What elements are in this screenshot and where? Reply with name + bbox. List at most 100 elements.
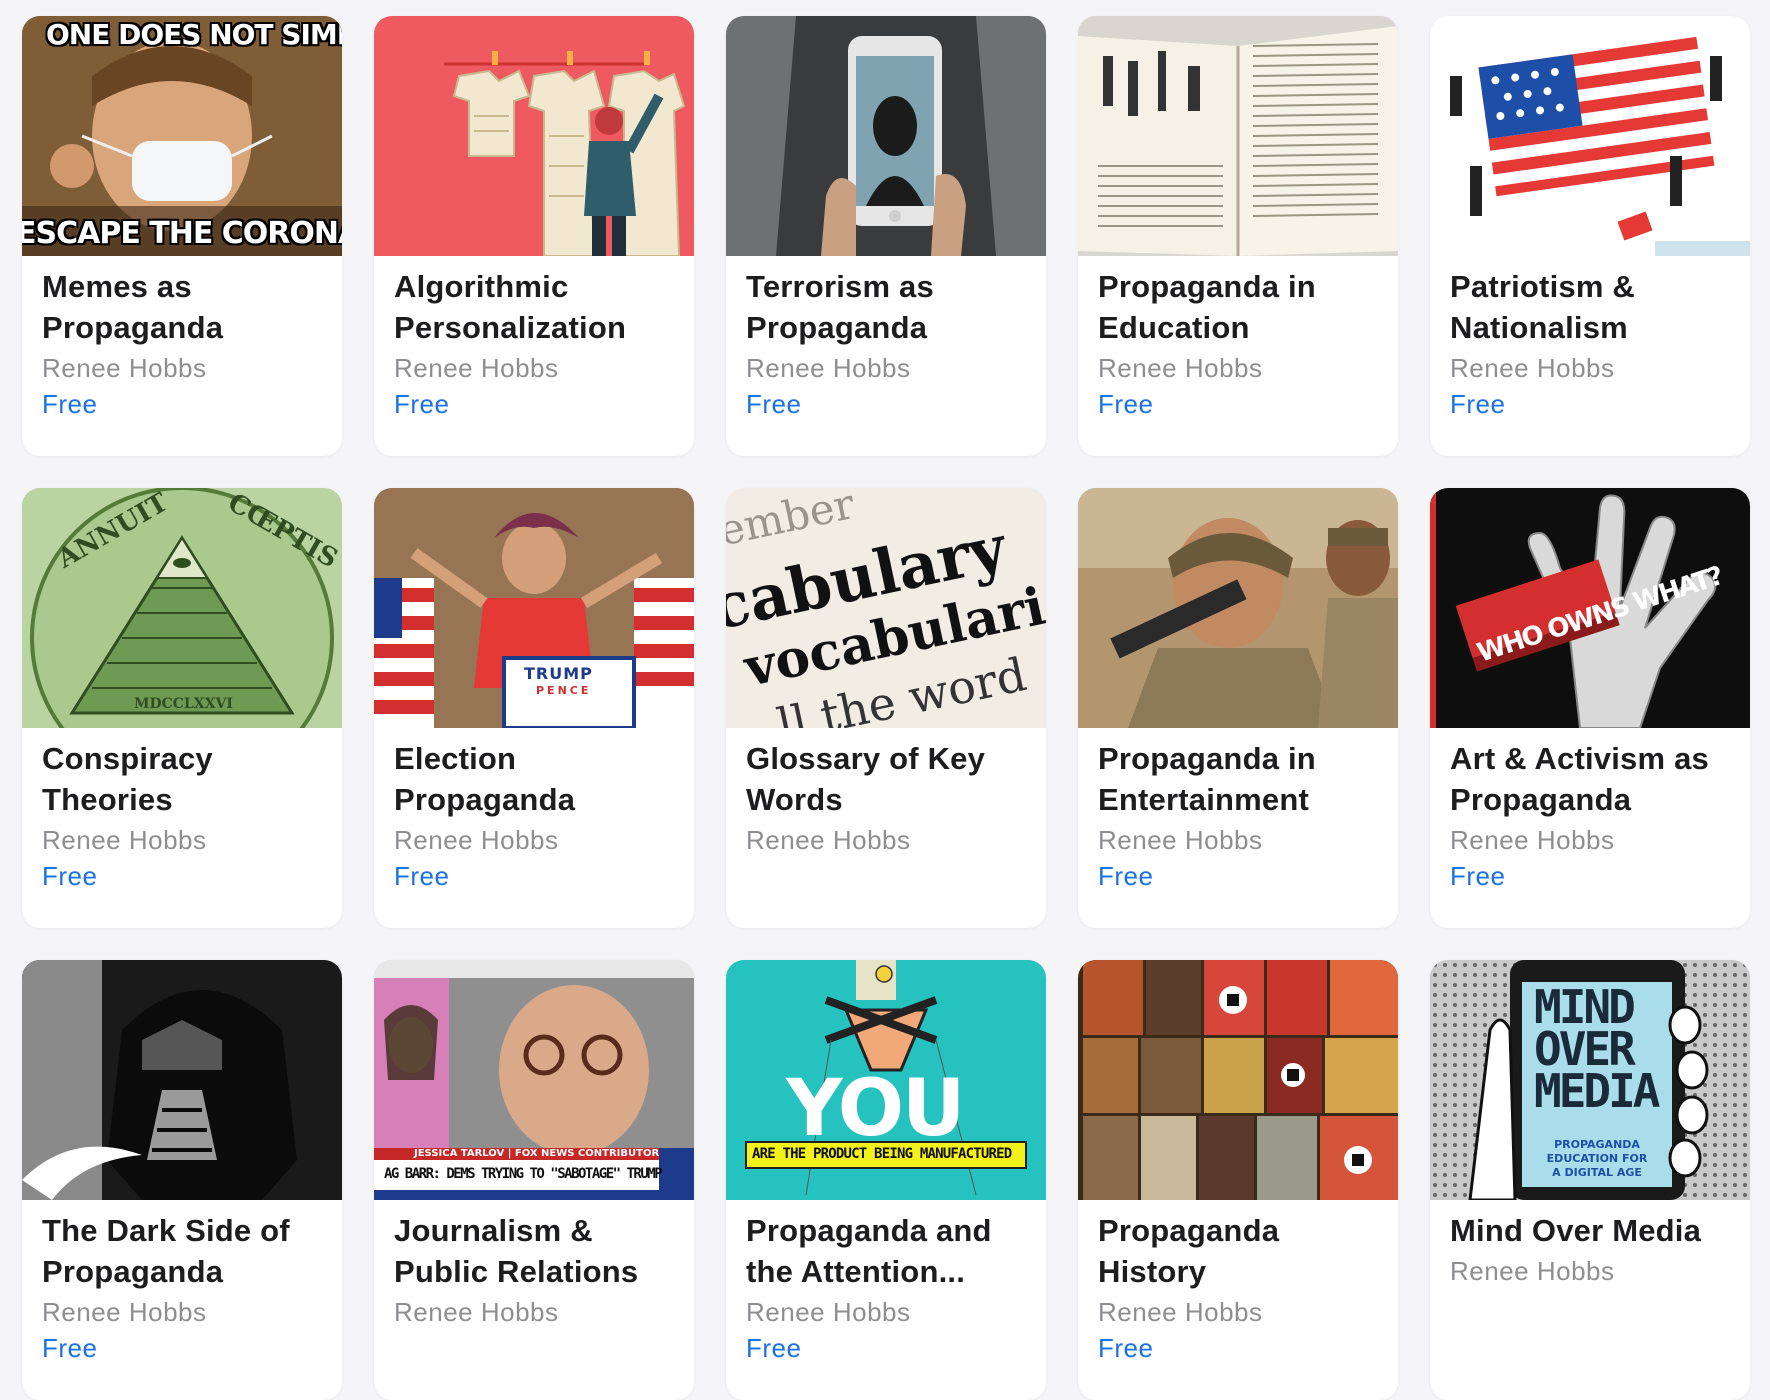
book-title[interactable]: Propaganda in Entertainment <box>1098 738 1378 820</box>
book-title[interactable]: Art & Activism as Propaganda <box>1450 738 1730 820</box>
book-author: Renee Hobbs <box>1450 1256 1615 1286</box>
cover-strip-text: ARE THE PRODUCT BEING MANUFACTURED <box>752 1146 1012 1162</box>
book-card-conspiracy-theories[interactable]: ANNUIT CŒPTIS MDCCLXXVI Conspiracy Theori… <box>22 488 342 928</box>
book-title[interactable]: The Dark Side of Propaganda <box>42 1210 322 1292</box>
book-title[interactable]: Propaganda in Education <box>1098 266 1378 348</box>
book-title[interactable]: Glossary of Key Words <box>746 738 1026 820</box>
book-author: Renee Hobbs <box>1450 825 1615 855</box>
book-author: Renee Hobbs <box>1450 353 1615 383</box>
book-title[interactable]: Memes as Propaganda <box>42 266 322 348</box>
book-price[interactable]: Free <box>1450 386 1730 422</box>
book-title-line1: Propaganda in <box>1098 741 1316 776</box>
book-author: Renee Hobbs <box>1098 353 1263 383</box>
book-title-line1: Propaganda <box>1098 1213 1280 1248</box>
book-cover[interactable] <box>1430 16 1750 256</box>
book-author: Renee Hobbs <box>746 1297 911 1327</box>
book-title-line2: Propaganda <box>746 310 928 345</box>
book-price[interactable]: Free <box>746 1330 1026 1366</box>
book-title[interactable]: Algorithmic Personalization <box>394 266 674 348</box>
book-card-mind-over-media[interactable]: MIND OVER MEDIA PROPAGANDA EDUCATION FOR… <box>1430 960 1750 1400</box>
book-title-line1: Art & Activism as <box>1450 741 1709 776</box>
cover-art-newspaper-shirts <box>374 16 694 256</box>
book-title-line2: Propaganda <box>394 782 576 817</box>
book-title-line1: Election <box>394 741 517 776</box>
book-price[interactable]: Free <box>1098 386 1378 422</box>
book-card-propaganda-and-attention[interactable]: YOU ARE THE PRODUCT BEING MANUFACTURED P… <box>726 960 1046 1400</box>
book-price[interactable]: Free <box>1098 1330 1378 1366</box>
book-cover[interactable] <box>374 16 694 256</box>
cover-art-podium <box>374 488 694 728</box>
book-cover[interactable]: TRUMP PENCE <box>374 488 694 728</box>
book-author: Renee Hobbs <box>746 825 911 855</box>
book-price[interactable]: Free <box>42 858 322 894</box>
book-cover[interactable]: ONE DOES NOT SIMPLY ESCAPE THE CORONAVIR… <box>22 16 342 256</box>
cover-sign-line2: PENCE <box>536 684 592 697</box>
book-price[interactable]: Free <box>42 386 322 422</box>
cover-title-line3: MEDIA <box>1534 1064 1660 1118</box>
book-title-line2: Words <box>746 782 843 817</box>
book-card-patriotism-nationalism[interactable]: Patriotism & Nationalism Renee Hobbs Free <box>1430 16 1750 456</box>
book-cover[interactable]: ANNUIT CŒPTIS MDCCLXXVI <box>22 488 342 728</box>
book-title[interactable]: Terrorism as Propaganda <box>746 266 1026 348</box>
book-author: Renee Hobbs <box>42 825 207 855</box>
cover-art-flag <box>1430 16 1750 256</box>
cover-chyron-name: JESSICA TARLOV | FOX NEWS CONTRIBUTOR <box>414 1148 660 1159</box>
book-author: Renee Hobbs <box>394 825 559 855</box>
book-card-dark-side-of-propaganda[interactable]: The Dark Side of Propaganda Renee Hobbs F… <box>22 960 342 1400</box>
book-card-election-propaganda[interactable]: TRUMP PENCE Election Propaganda Renee Hob… <box>374 488 694 928</box>
book-card-propaganda-in-education[interactable]: Propaganda in Education Renee Hobbs Free <box>1078 16 1398 456</box>
cover-subtitle-line2: EDUCATION FOR <box>1546 1152 1648 1165</box>
book-price[interactable]: Free <box>1450 858 1730 894</box>
book-cover[interactable]: YOU ARE THE PRODUCT BEING MANUFACTURED <box>726 960 1046 1200</box>
book-author: Renee Hobbs <box>42 1297 207 1327</box>
book-cover[interactable] <box>22 960 342 1200</box>
cover-title-block: MIND OVER MEDIA <box>1534 984 1660 1118</box>
book-title[interactable]: Patriotism & Nationalism <box>1450 266 1730 348</box>
book-title[interactable]: Propaganda and the Attention... <box>746 1210 1026 1292</box>
book-card-glossary-of-key-words[interactable]: iember cabulary vocabularie ll the word … <box>726 488 1046 928</box>
book-card-journalism-public-relations[interactable]: JESSICA TARLOV | FOX NEWS CONTRIBUTOR AG… <box>374 960 694 1400</box>
book-cover[interactable]: WHO OWNS WHAT? <box>1430 488 1750 728</box>
book-price[interactable]: Free <box>394 386 674 422</box>
book-title-line1: Journalism & <box>394 1213 593 1248</box>
book-title[interactable]: Mind Over Media <box>1450 1210 1730 1251</box>
book-cover[interactable] <box>726 16 1046 256</box>
book-price[interactable]: Free <box>746 386 1026 422</box>
book-title-line1: The Dark Side of <box>42 1213 290 1248</box>
book-title-line1: Terrorism as <box>746 269 934 304</box>
book-title[interactable]: Conspiracy Theories <box>42 738 322 820</box>
book-card-art-activism-as-propaganda[interactable]: WHO OWNS WHAT? Art & Activism as Propagan… <box>1430 488 1750 928</box>
book-author: Renee Hobbs <box>1098 1297 1263 1327</box>
book-title-line2: Propaganda <box>1450 782 1632 817</box>
book-price[interactable]: Free <box>1098 858 1378 894</box>
cover-art-poster-collage <box>1078 960 1398 1200</box>
cover-caption-top: ONE DOES NOT SIMPLY <box>46 18 342 51</box>
book-cover[interactable] <box>1078 16 1398 256</box>
book-title-line1: Glossary of Key <box>746 741 986 776</box>
book-card-algorithmic-personalization[interactable]: Algorithmic Personalization Renee Hobbs F… <box>374 16 694 456</box>
cover-chyron-headline: AG BARR: DEMS TRYING TO "SABOTAGE" TRUMP <box>384 1166 663 1182</box>
book-title[interactable]: Election Propaganda <box>394 738 674 820</box>
cover-big-word: YOU <box>786 1064 965 1154</box>
book-cover[interactable]: MIND OVER MEDIA PROPAGANDA EDUCATION FOR… <box>1430 960 1750 1200</box>
cover-roman-numeral: MDCCLXXVI <box>134 696 233 712</box>
book-price[interactable]: Free <box>42 1330 322 1366</box>
book-card-memes-as-propaganda[interactable]: ONE DOES NOT SIMPLY ESCAPE THE CORONAVIR… <box>22 16 342 456</box>
book-cover[interactable]: JESSICA TARLOV | FOX NEWS CONTRIBUTOR AG… <box>374 960 694 1200</box>
book-title-line2: Entertainment <box>1098 782 1310 817</box>
book-title[interactable]: Journalism & Public Relations <box>394 1210 674 1292</box>
book-card-propaganda-history[interactable]: Propaganda History Renee Hobbs Free <box>1078 960 1398 1400</box>
book-card-terrorism-as-propaganda[interactable]: Terrorism as Propaganda Renee Hobbs Free <box>726 16 1046 456</box>
book-cover[interactable]: iember cabulary vocabularie ll the word <box>726 488 1046 728</box>
cover-art-news-broadcast <box>374 960 694 1200</box>
book-title-line1: Memes as <box>42 269 192 304</box>
book-card-propaganda-in-entertainment[interactable]: Propaganda in Entertainment Renee Hobbs F… <box>1078 488 1398 928</box>
book-cover[interactable] <box>1078 488 1398 728</box>
cover-subtitle-line3: A DIGITAL AGE <box>1552 1166 1642 1179</box>
cover-art-soldier <box>1078 488 1398 728</box>
book-author: Renee Hobbs <box>394 353 559 383</box>
book-cover[interactable] <box>1078 960 1398 1200</box>
book-price[interactable]: Free <box>394 858 674 894</box>
book-title[interactable]: Propaganda History <box>1098 1210 1378 1292</box>
cover-sign-line1: TRUMP <box>524 664 593 683</box>
